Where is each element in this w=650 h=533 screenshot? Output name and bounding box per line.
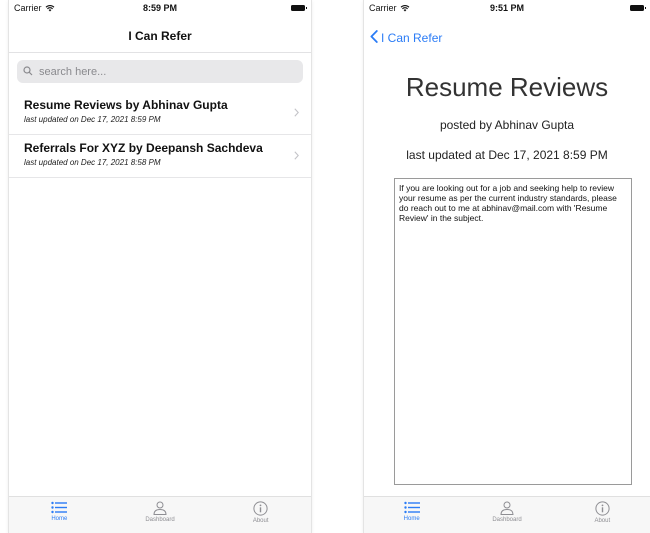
nav-title: I Can Refer (128, 29, 192, 43)
tab-home[interactable]: Home (9, 497, 110, 533)
back-button-label: I Can Refer (381, 31, 443, 45)
list-item[interactable]: Resume Reviews by Abhinav Gupta last upd… (9, 92, 311, 135)
list-icon (403, 501, 420, 514)
last-updated-label: last updated at Dec 17, 2021 8:59 PM (406, 148, 608, 162)
chevron-left-icon (370, 30, 378, 46)
search-bar[interactable] (17, 60, 303, 83)
tab-dashboard[interactable]: Dashboard (110, 497, 211, 533)
list-screen: Carrier 8:59 PM I Can Refer Resume Revie… (9, 0, 311, 533)
tab-label: Home (51, 516, 68, 522)
detail-screen: Carrier 9:51 PM I Can Refer Resume Revie… (364, 0, 650, 533)
info-icon (595, 501, 610, 516)
list-item[interactable]: Referrals For XYZ by Deepansh Sachdeva l… (9, 135, 311, 178)
tab-bar: Home Dashboard About (364, 496, 650, 533)
person-icon (500, 501, 514, 515)
list-item-title: Resume Reviews by Abhinav Gupta (24, 98, 228, 112)
tab-label: Dashboard (492, 517, 522, 523)
status-bar: Carrier 8:59 PM (9, 0, 311, 16)
battery-icon (291, 5, 307, 11)
status-bar: Carrier 9:51 PM (364, 0, 650, 16)
back-button[interactable]: I Can Refer (370, 30, 442, 46)
tab-label: About (594, 518, 611, 524)
battery-icon (630, 5, 646, 11)
list-item-subtitle: last updated on Dec 17, 2021 8:58 PM (24, 158, 161, 167)
status-time: 8:59 PM (142, 3, 177, 13)
screenshot-canvas: Carrier 8:59 PM I Can Refer Resume Revie… (0, 0, 650, 533)
tab-label: Home (403, 516, 420, 522)
tab-dashboard[interactable]: Dashboard (459, 497, 554, 533)
info-icon (253, 501, 268, 516)
post-body-text[interactable]: If you are looking out for a job and see… (394, 178, 632, 485)
chevron-right-icon (294, 151, 299, 163)
list-icon (51, 501, 68, 514)
tab-about[interactable]: About (210, 497, 311, 533)
nav-divider (9, 52, 311, 53)
tab-label: Dashboard (145, 517, 175, 523)
tab-bar: Home Dashboard About (9, 496, 311, 533)
detail-title: Resume Reviews (405, 72, 609, 102)
list-item-title: Referrals For XYZ by Deepansh Sachdeva (24, 141, 263, 155)
post-list: Resume Reviews by Abhinav Gupta last upd… (9, 92, 311, 178)
tab-label: About (252, 518, 269, 524)
posted-by-label: posted by Abhinav Gupta (439, 118, 575, 132)
tab-home[interactable]: Home (364, 497, 459, 533)
status-time: 9:51 PM (489, 3, 524, 13)
search-icon (23, 63, 33, 81)
list-item-subtitle: last updated on Dec 17, 2021 8:59 PM (24, 115, 161, 124)
tab-about[interactable]: About (555, 497, 650, 533)
person-icon (153, 501, 167, 515)
search-input[interactable] (37, 64, 281, 79)
chevron-right-icon (294, 108, 299, 120)
